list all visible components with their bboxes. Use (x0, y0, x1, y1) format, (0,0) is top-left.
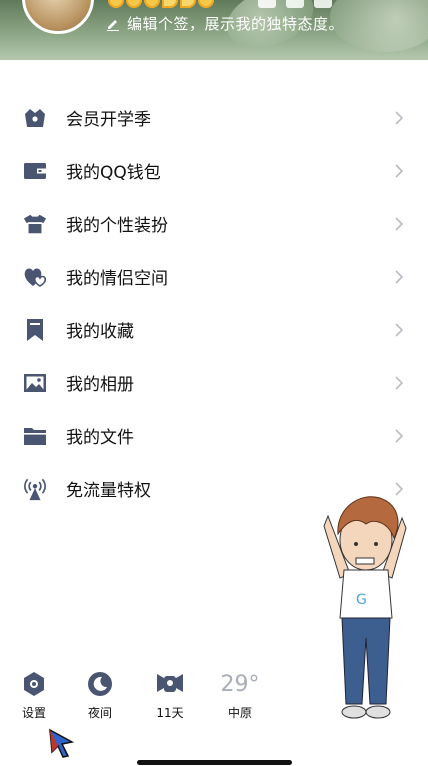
chevron-right-icon (395, 269, 404, 284)
privilege-icon[interactable] (286, 0, 304, 8)
chevron-right-icon (395, 163, 404, 178)
menu-item-theme[interactable]: 我的个性装扮 (0, 197, 428, 250)
chevron-right-icon (395, 428, 404, 443)
checkin-days-label: 11天 (156, 706, 184, 720)
privilege-icon[interactable] (314, 0, 332, 8)
svg-text:G: G (356, 592, 367, 608)
menu-item-label: 免流量特权 (66, 481, 151, 501)
drawer-menu: 会员开学季 我的QQ钱包 我的个性装扮 我的情侣空间 我的收藏 我的相册 我的文… (0, 91, 428, 515)
star-icon (198, 0, 214, 8)
city-label: 中原 (227, 706, 252, 720)
moon-icon (180, 0, 196, 8)
privilege-icon[interactable] (258, 0, 276, 8)
folder-icon (23, 424, 47, 448)
menu-item-label: 我的情侣空间 (66, 269, 168, 289)
cartoon-character: G (323, 496, 407, 719)
night-label: 夜间 (87, 706, 112, 720)
menu-item-label: 我的QQ钱包 (66, 163, 161, 183)
menu-item-album[interactable]: 我的相册 (0, 356, 428, 409)
menu-item-label: 我的相册 (66, 375, 134, 395)
antenna-icon (23, 477, 47, 501)
weather-button[interactable]: 29° 中原 (210, 668, 270, 721)
temperature-value: 29° (220, 671, 260, 697)
menu-item-couple[interactable]: 我的情侣空间 (0, 250, 428, 303)
settings-label: 设置 (21, 706, 46, 720)
menu-item-files[interactable]: 我的文件 (0, 409, 428, 462)
signature-edit[interactable]: 编辑个签，展示我的独特态度。 (106, 13, 344, 34)
menu-item-favorites[interactable]: 我的收藏 (0, 303, 428, 356)
moon-icon (162, 0, 178, 8)
crown-icon (108, 0, 124, 8)
hearts-icon (23, 265, 47, 289)
chevron-right-icon (395, 110, 404, 125)
night-mode-button[interactable]: 夜间 (70, 668, 130, 721)
sun-icon (126, 0, 142, 8)
checkin-button[interactable]: 11天 (140, 668, 200, 721)
header-icon-row (258, 0, 332, 8)
home-indicator[interactable] (137, 760, 292, 765)
vip-shop-icon (23, 106, 47, 130)
menu-item-label: 我的文件 (66, 428, 134, 448)
drawer-footer: 设置 夜间 11天 29° 中原 (0, 668, 300, 728)
moon-icon (88, 672, 112, 696)
checkin-flower-icon (157, 674, 183, 692)
chevron-right-icon (395, 216, 404, 231)
settings-hexagon-icon (24, 672, 44, 696)
avatar[interactable] (22, 0, 94, 34)
pen-icon (107, 19, 119, 31)
signature-text: 编辑个签，展示我的独特态度。 (127, 15, 345, 33)
mouse-cursor-icon (49, 728, 74, 758)
menu-item-label: 会员开学季 (66, 110, 151, 130)
profile-header: 编辑个签，展示我的独特态度。 (0, 0, 428, 60)
wallet-icon (23, 159, 47, 183)
menu-item-vip[interactable]: 会员开学季 (0, 91, 428, 144)
bookmark-icon (23, 318, 47, 342)
chevron-right-icon (395, 322, 404, 337)
settings-button[interactable]: 设置 (4, 668, 64, 721)
tshirt-icon (23, 212, 47, 236)
sun-icon (144, 0, 160, 8)
leaf-decoration (330, 0, 428, 52)
menu-item-wallet[interactable]: 我的QQ钱包 (0, 144, 428, 197)
chevron-right-icon (395, 375, 404, 390)
menu-item-label: 我的个性装扮 (66, 216, 168, 236)
menu-item-label: 我的收藏 (66, 322, 134, 342)
level-badges[interactable] (108, 0, 214, 8)
photo-icon (23, 371, 47, 395)
